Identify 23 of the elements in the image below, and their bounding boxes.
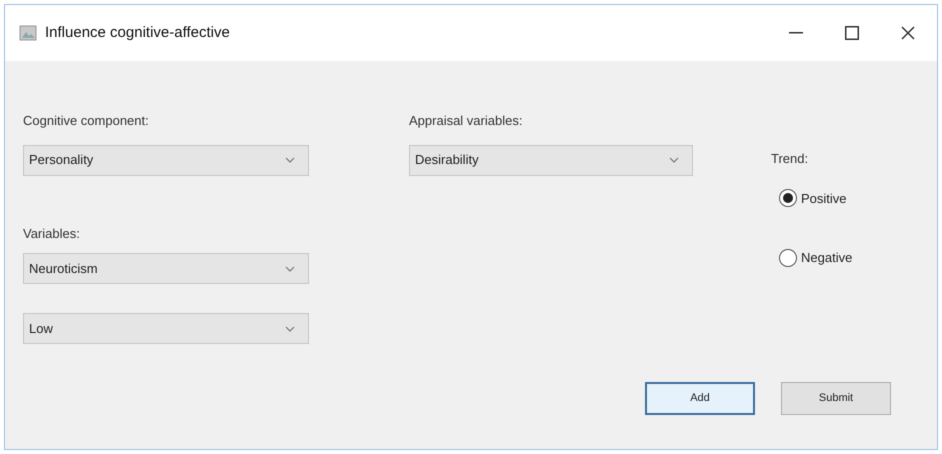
radio-button[interactable]	[779, 189, 797, 208]
field-label: Appraisal variables:	[409, 112, 524, 130]
dialog-button[interactable]: Add	[645, 382, 755, 415]
app-icon	[19, 24, 37, 42]
chevron-down-icon	[285, 326, 295, 332]
radio-option[interactable]: Negative	[779, 248, 852, 268]
chevron-down-icon	[285, 157, 295, 163]
dropdown[interactable]: Desirability	[409, 144, 693, 176]
maximize-icon[interactable]	[845, 26, 859, 40]
dropdown[interactable]: Personality	[23, 144, 309, 176]
close-icon[interactable]	[901, 26, 915, 40]
chevron-down-icon	[285, 266, 295, 272]
dropdown[interactable]: Neuroticism	[23, 253, 309, 284]
radio-option[interactable]: Positive	[779, 188, 852, 208]
window-title: Influence cognitive-affective	[45, 22, 230, 43]
field-label: Trend:	[771, 150, 810, 168]
field-label: Variables:	[23, 224, 81, 242]
field-label: Cognitive component:	[23, 112, 150, 130]
dropdown[interactable]: Low	[23, 313, 309, 344]
radio-button[interactable]	[779, 248, 797, 267]
dialog-button[interactable]: Submit	[781, 382, 891, 415]
minimize-icon[interactable]	[789, 32, 803, 34]
chevron-down-icon	[669, 157, 679, 163]
